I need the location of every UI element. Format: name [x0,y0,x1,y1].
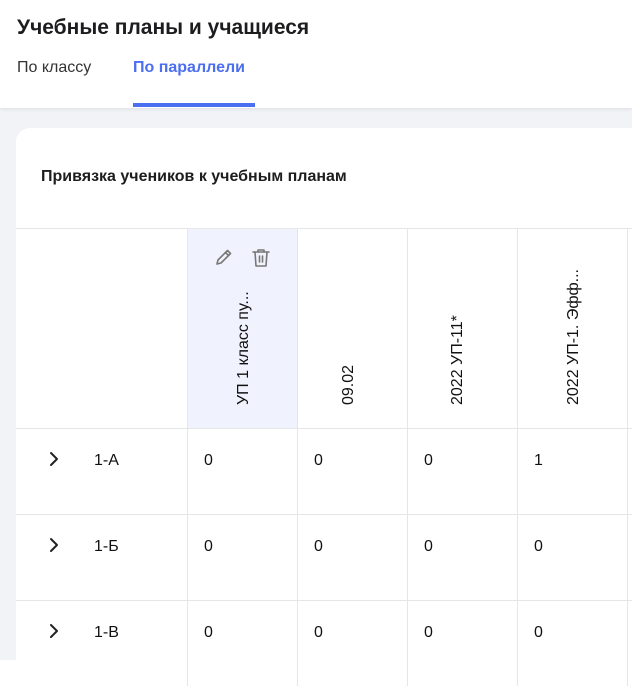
pencil-icon[interactable] [214,247,236,269]
table-cell[interactable]: 0 [408,429,518,514]
column-header[interactable]: УП 1 класс пу... [188,229,298,428]
tab-by-parallel[interactable]: По параллели [133,59,245,77]
table-cell[interactable]: 0 [408,601,518,686]
chevron-right-icon[interactable] [46,537,62,553]
table-row: 1-А 0 0 0 1 [16,428,632,514]
assignment-card: Привязка учеников к учебным планам УП 1 … [16,128,632,688]
table-cell[interactable]: 1 [518,429,628,514]
chevron-right-icon[interactable] [46,451,62,467]
cell-value: 0 [534,624,543,641]
table-cell[interactable]: 0 [298,601,408,686]
cell-value: 0 [314,624,323,641]
class-label: 1-Б [94,538,119,555]
plans-table: УП 1 класс пу... 09.02 2022 УП-11* 2022 … [16,228,632,688]
card-title: Привязка учеников к учебным планам [41,168,347,185]
header-corner-cell [16,229,188,428]
cell-value: 0 [204,624,213,641]
tab-by-class[interactable]: По классу [17,59,91,77]
table-cell[interactable]: 0 [188,515,298,600]
row-header-cell: 1-А [16,429,188,514]
cell-value: 0 [204,452,213,469]
column-header-label: 09.02 [340,364,357,405]
column-header[interactable]: 2022 УП-11* [408,229,518,428]
column-header[interactable]: 2022 УП-1. Эфф... [518,229,628,428]
cell-value: 0 [424,452,433,469]
table-row: 1-В 0 0 0 0 [16,600,632,686]
chevron-right-icon[interactable] [46,623,62,639]
column-header[interactable]: 09.02 [298,229,408,428]
row-header-cell: 1-В [16,601,188,686]
column-header-label: 2022 УП-11* [449,315,466,405]
cell-value: 0 [424,624,433,641]
trash-icon[interactable] [250,247,272,269]
cell-value: 0 [534,538,543,555]
table-cell[interactable]: 0 [188,601,298,686]
page-title: Учебные планы и учащиеся [17,16,310,39]
table-cell[interactable]: 0 [518,601,628,686]
cell-value: 0 [424,538,433,555]
table-cell[interactable]: 0 [298,515,408,600]
active-tab-indicator [133,103,255,107]
column-header-label: 2022 УП-1. Эфф... [565,269,582,405]
column-header-label: УП 1 класс пу... [235,291,252,405]
cell-value: 1 [534,452,543,469]
top-bar: Учебные планы и учащиеся По классу По па… [0,0,632,108]
table-cell[interactable]: 0 [518,515,628,600]
table-cell[interactable]: 0 [188,429,298,514]
cell-value: 0 [314,538,323,555]
table-cell[interactable]: 0 [298,429,408,514]
class-label: 1-В [94,624,119,641]
row-header-cell: 1-Б [16,515,188,600]
cell-value: 0 [204,538,213,555]
table-row: 1-Б 0 0 0 0 [16,514,632,600]
cell-value: 0 [314,452,323,469]
table-cell[interactable]: 0 [408,515,518,600]
class-label: 1-А [94,452,119,469]
